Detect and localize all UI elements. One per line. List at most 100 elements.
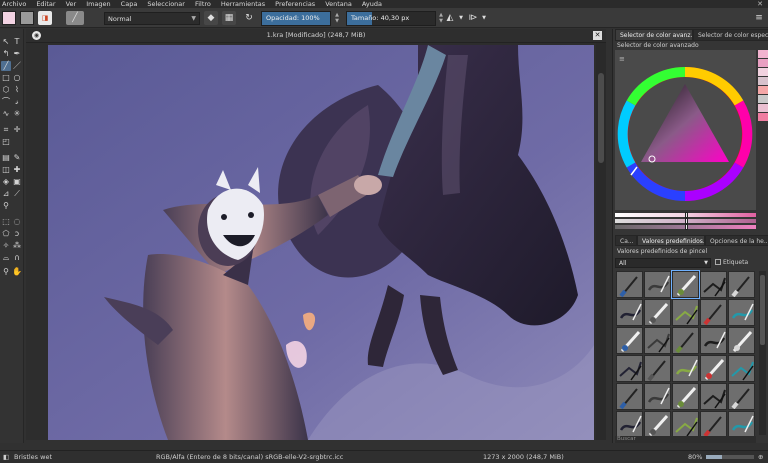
tab-ca[interactable]: Ca...	[615, 235, 637, 246]
presets-scrollbar-thumb[interactable]	[760, 275, 765, 345]
menu-archivo[interactable]: Archivo	[2, 0, 26, 8]
recent-color-swatches[interactable]	[758, 50, 768, 130]
blend-mode-select[interactable]: Normal ▼	[104, 12, 200, 25]
bezier-select-icon[interactable]: ⌓	[1, 253, 11, 263]
brush-preset-thumbnail[interactable]	[700, 411, 727, 438]
recent-color-swatch[interactable]	[758, 113, 768, 121]
shade-bar-3[interactable]	[615, 224, 756, 230]
menu-ver[interactable]: Ver	[66, 0, 77, 8]
brush-preset-thumbnail[interactable]	[644, 355, 671, 382]
gradient-tool-icon[interactable]: ▤	[1, 153, 11, 163]
enclose-fill-icon[interactable]: ▣	[12, 177, 22, 187]
fill-tool-icon[interactable]: ◈	[1, 177, 11, 187]
swap-colors-icon[interactable]: ◨	[38, 11, 52, 25]
recent-color-swatch[interactable]	[758, 59, 768, 67]
saturation-triangle[interactable]	[641, 84, 729, 162]
color-wheel[interactable]	[615, 50, 756, 210]
brush-preset-thumbnail[interactable]	[616, 327, 643, 354]
ellipse-select-icon[interactable]: ◌	[12, 217, 22, 227]
rectangle-tool-icon[interactable]: □	[1, 73, 11, 83]
window-close-icon[interactable]: ✕	[756, 0, 764, 8]
brush-preset-thumbnail[interactable]	[672, 411, 699, 438]
size-slider[interactable]: Tamaño: 40,30 px	[346, 11, 436, 26]
brush-preset-thumbnail[interactable]	[644, 299, 671, 326]
menu-capa[interactable]: Capa	[121, 0, 138, 8]
opacity-spin-icon[interactable]: ▲ ▼	[334, 12, 340, 24]
brush-preset-thumbnail[interactable]	[728, 299, 755, 326]
similar-select-icon[interactable]: ⁂	[12, 241, 22, 251]
ellipse-tool-icon[interactable]: ○	[12, 73, 22, 83]
brush-preset-thumbnail[interactable]	[700, 327, 727, 354]
tab-specific-color-selector[interactable]: Selector de color especif...	[693, 29, 768, 41]
menu-ventana[interactable]: Ventana	[325, 0, 352, 8]
brush-preset-thumbnail[interactable]	[728, 411, 755, 438]
reload-preset-icon[interactable]: ↻	[242, 11, 256, 25]
assistant-tool-icon[interactable]: ⊿	[1, 189, 11, 199]
line-tool-icon[interactable]: ／	[12, 61, 22, 71]
brush-preset-icon[interactable]: ╱	[66, 11, 84, 25]
mirror-options-chevron-icon[interactable]: ▼	[458, 11, 464, 25]
shade-bar-2[interactable]	[615, 218, 756, 224]
move-tool-icon[interactable]: ✛	[12, 125, 22, 135]
preset-search-input[interactable]: Buscar	[615, 436, 756, 443]
mirror-horizontal-icon[interactable]: ◭	[443, 11, 457, 25]
foreground-color-swatch[interactable]	[2, 11, 16, 25]
menu-ayuda[interactable]: Ayuda	[362, 0, 382, 8]
freehand-path-icon[interactable]: 𝓈	[12, 97, 22, 107]
brush-preset-thumbnail[interactable]	[644, 411, 671, 438]
menu-imagen[interactable]: Imagen	[86, 0, 110, 8]
transform-tool-icon[interactable]: ◰	[1, 137, 11, 147]
brush-preset-thumbnail[interactable]	[700, 299, 727, 326]
canvas-vertical-scrollbar[interactable]	[596, 43, 606, 440]
brush-preset-thumbnail[interactable]	[672, 355, 699, 382]
brush-preset-thumbnail[interactable]	[616, 383, 643, 410]
shade-bars[interactable]	[615, 212, 756, 233]
brush-preset-thumbnail[interactable]	[616, 271, 643, 298]
recent-color-swatch[interactable]	[758, 77, 768, 85]
eraser-mode-icon[interactable]: ◆	[204, 11, 218, 25]
brush-preset-thumbnail[interactable]	[644, 383, 671, 410]
recent-color-swatch[interactable]	[758, 68, 768, 76]
pan-tool-icon[interactable]: ✋	[12, 267, 22, 277]
dynamic-brush-icon[interactable]: ∿	[1, 109, 11, 119]
rect-select-icon[interactable]: ⬚	[1, 217, 11, 227]
menu-seleccionar[interactable]: Seleccionar	[147, 0, 185, 8]
color-selector-panel[interactable]: ≡	[615, 50, 756, 210]
menu-herramientas[interactable]: Herramientas	[221, 0, 265, 8]
polygon-tool-icon[interactable]: ⬡	[1, 85, 11, 95]
brush-preset-thumbnail[interactable]	[728, 327, 755, 354]
toolbar-menu-icon[interactable]: ≡	[752, 11, 766, 25]
brush-preset-thumbnail[interactable]	[672, 299, 699, 326]
preset-filter-select[interactable]: All ▼	[615, 258, 711, 268]
brush-preset-thumbnail[interactable]	[700, 271, 727, 298]
shade-bar-1[interactable]	[615, 212, 756, 218]
menu-filtro[interactable]: Filtro	[195, 0, 211, 8]
brush-preset-thumbnail[interactable]	[728, 271, 755, 298]
recent-color-swatch[interactable]	[758, 95, 768, 103]
polygon-select-icon[interactable]: ⬠	[1, 229, 11, 239]
zoom-slider[interactable]	[706, 455, 754, 459]
freehand-brush-icon[interactable]: ╱	[1, 61, 11, 71]
brush-preset-thumbnail[interactable]	[700, 383, 727, 410]
background-color-swatch[interactable]	[20, 11, 34, 25]
preserve-alpha-icon[interactable]: ▦	[222, 11, 236, 25]
artwork-canvas[interactable]	[48, 45, 594, 440]
measure-tool-icon[interactable]: ⟋	[12, 189, 22, 199]
brush-preset-thumbnail[interactable]	[672, 327, 699, 354]
tab-advanced-color-selector[interactable]: Selector de color avanz...	[615, 29, 693, 41]
reference-images-icon[interactable]: ⚲	[1, 201, 11, 211]
mirror-vertical-icon[interactable]: ⧐	[466, 11, 480, 25]
zoom-tool-icon[interactable]: ⚲	[1, 267, 11, 277]
brush-preset-thumbnail[interactable]	[728, 355, 755, 382]
bezier-tool-icon[interactable]: ⌒	[1, 97, 11, 107]
crop-tool-icon[interactable]: ⌗	[1, 125, 11, 135]
brush-preset-thumbnail[interactable]	[616, 299, 643, 326]
tag-toggle[interactable]: Etiqueta	[715, 259, 748, 266]
canvas-area[interactable]	[26, 43, 606, 440]
brush-preset-thumbnail[interactable]	[671, 270, 700, 299]
polyline-tool-icon[interactable]: ⌇	[12, 85, 22, 95]
smart-patch-icon[interactable]: ✚	[12, 165, 22, 175]
edit-shapes-icon[interactable]: ↰	[1, 49, 11, 59]
menu-preferencias[interactable]: Preferencias	[275, 0, 315, 8]
freehand-select-icon[interactable]: ↄ	[12, 229, 22, 239]
